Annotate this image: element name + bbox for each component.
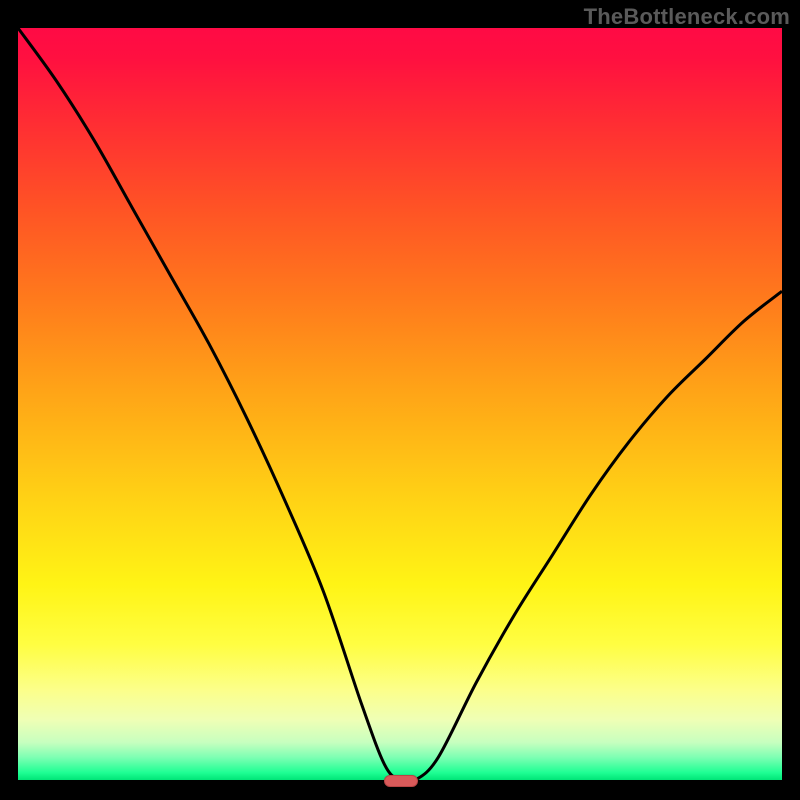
plot-area — [18, 28, 782, 780]
watermark-text: TheBottleneck.com — [584, 4, 790, 30]
bottleneck-curve — [18, 28, 782, 780]
curve-path — [18, 28, 782, 782]
optimal-point-marker — [384, 775, 418, 788]
chart-stage: TheBottleneck.com — [0, 0, 800, 800]
